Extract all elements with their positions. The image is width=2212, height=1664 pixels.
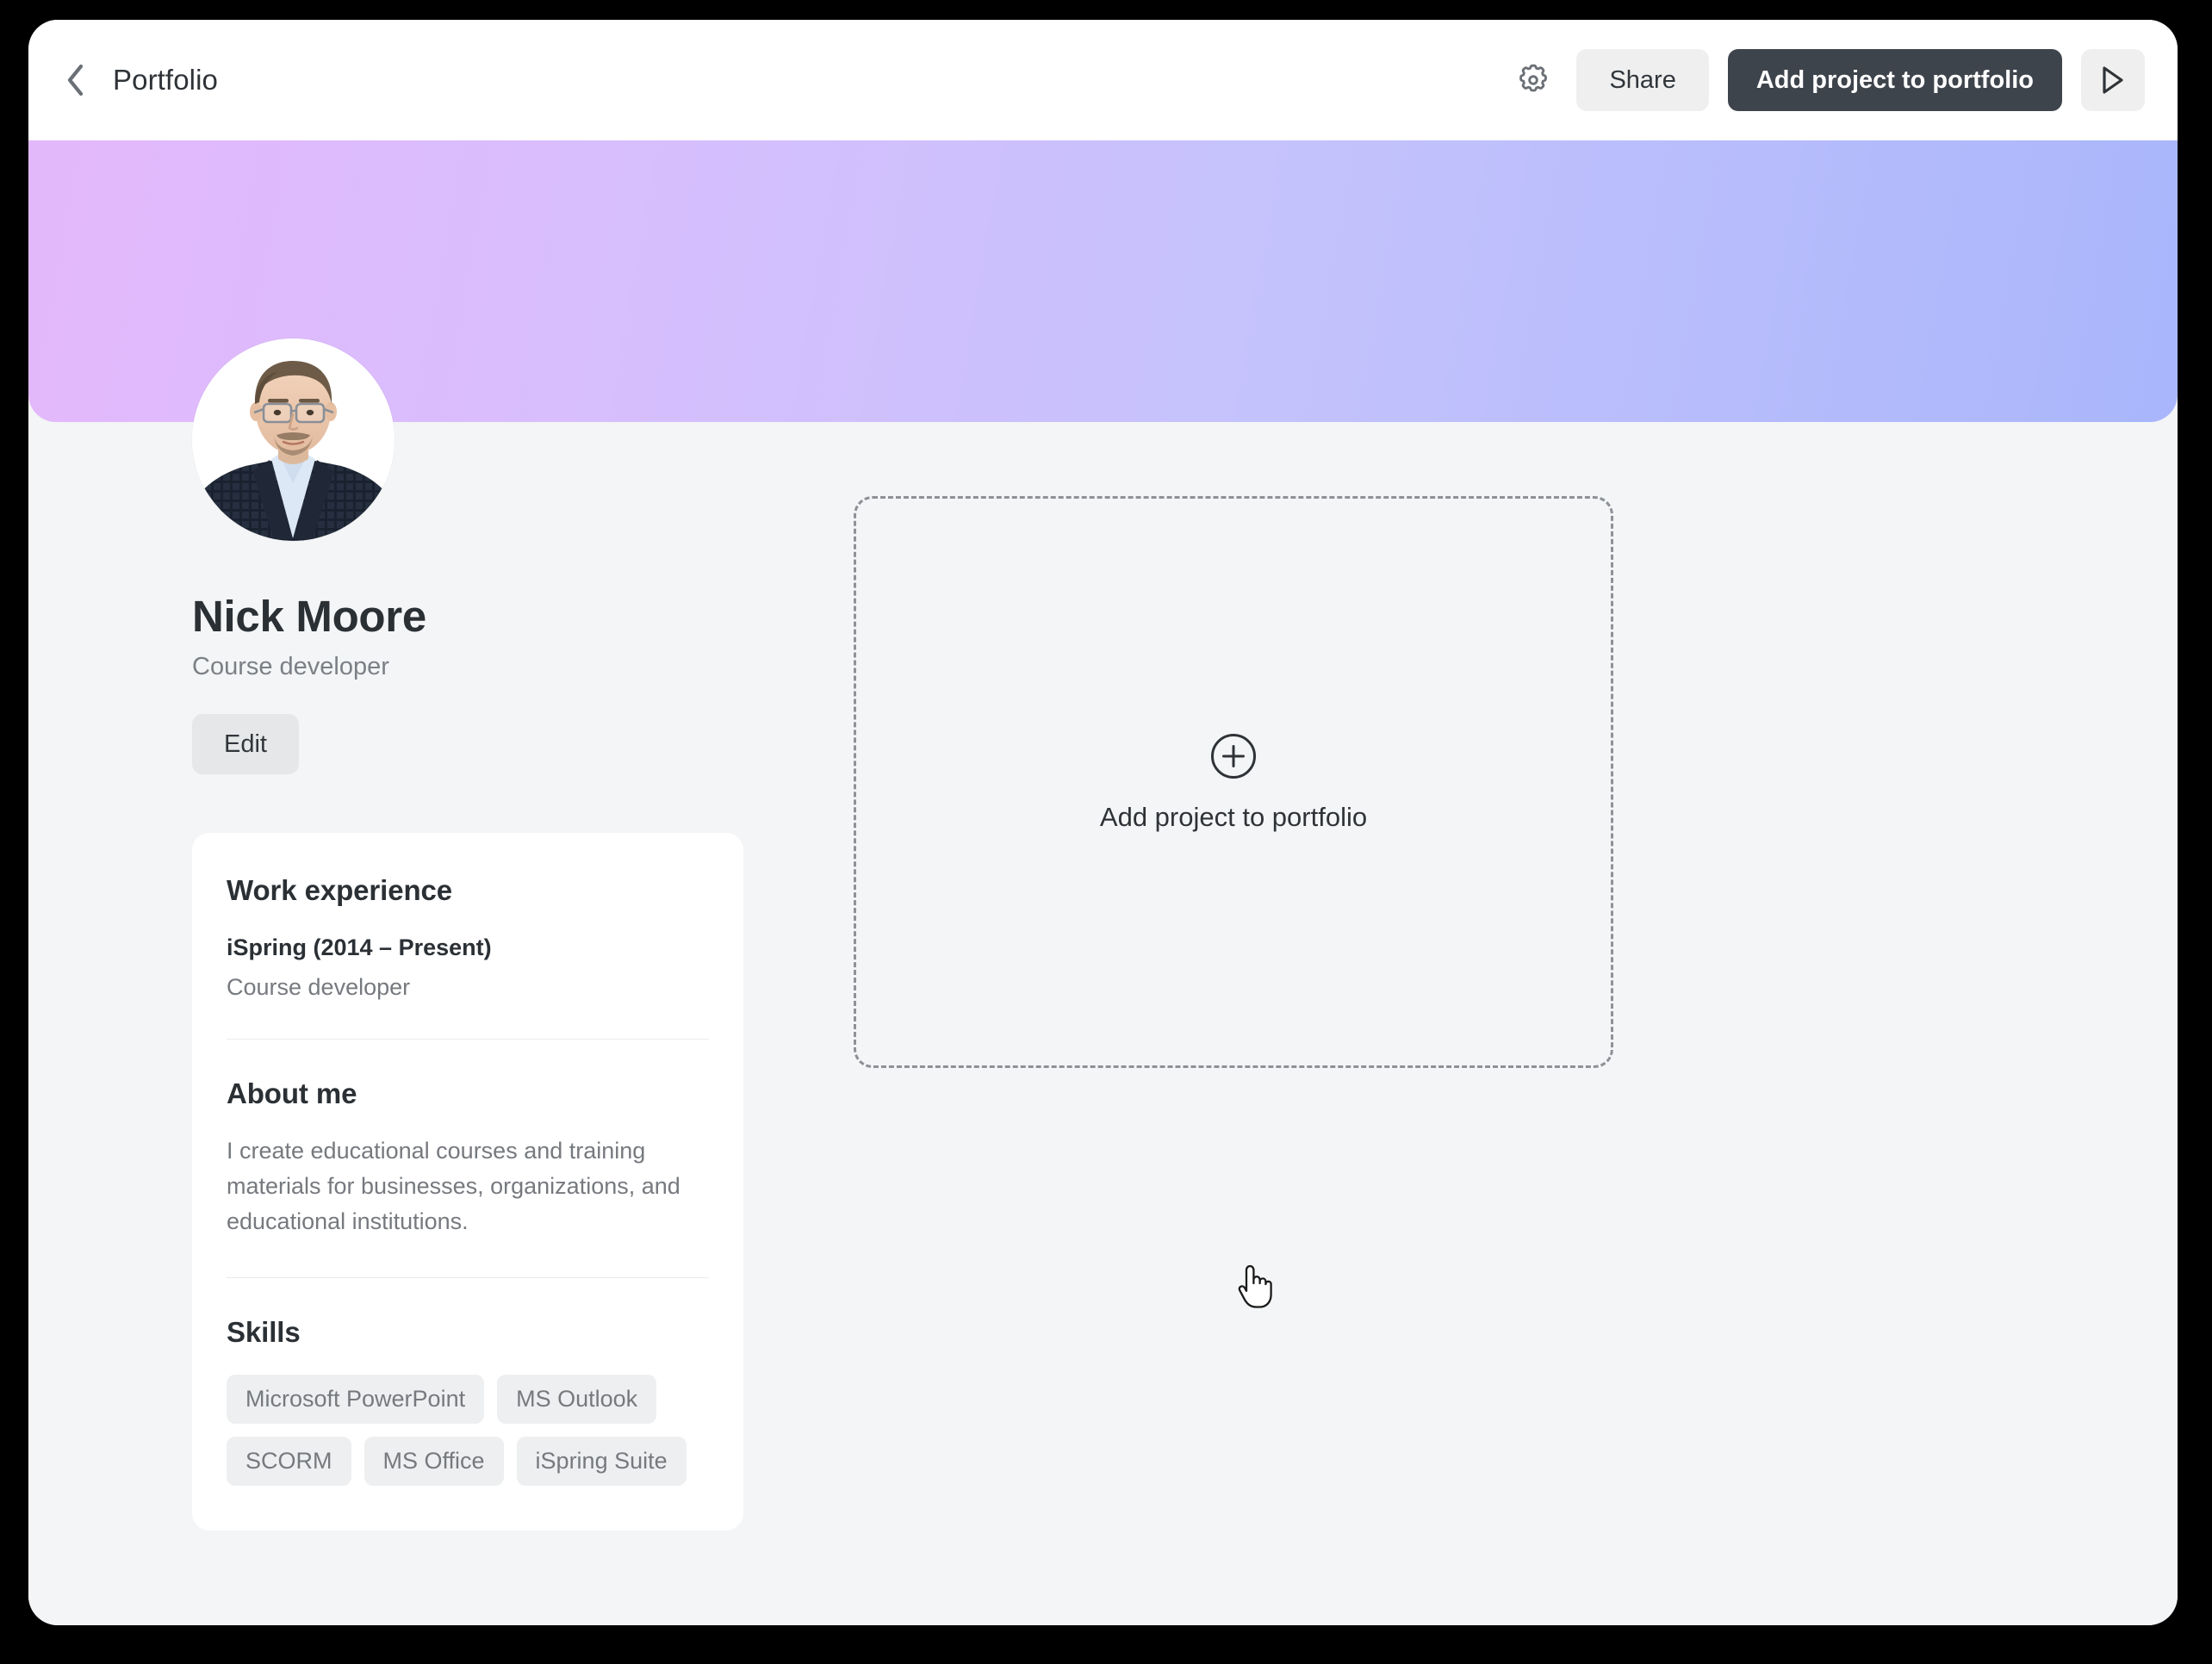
screen-root: Portfolio Share Add project to portfolio <box>0 0 2212 1664</box>
header-bar: Portfolio Share Add project to portfolio <box>28 20 2178 140</box>
skills-heading: Skills <box>227 1316 301 1349</box>
divider <box>227 1277 709 1279</box>
skill-tag: Microsoft PowerPoint <box>227 1375 485 1425</box>
skill-tag: MS Outlook <box>497 1375 657 1425</box>
job-title: iSpring (2014 – Present) <box>227 934 492 961</box>
page-body: Nick Moore Course developer Edit Work ex… <box>28 338 2178 1625</box>
about-me-heading: About me <box>227 1077 357 1110</box>
page-title: Portfolio <box>113 64 218 96</box>
chevron-left-icon[interactable] <box>60 61 90 99</box>
profile-column: Nick Moore Course developer Edit Work ex… <box>192 338 743 1531</box>
plus-circle-icon <box>1209 731 1258 781</box>
about-me-text: I create educational courses and trainin… <box>227 1138 680 1235</box>
header-left-group: Portfolio <box>60 61 218 99</box>
edit-profile-button[interactable]: Edit <box>192 714 299 775</box>
skill-tag: MS Office <box>363 1437 504 1487</box>
play-icon <box>2100 65 2126 95</box>
avatar <box>192 338 395 541</box>
app-window: Portfolio Share Add project to portfolio <box>28 20 2178 1625</box>
gear-icon[interactable] <box>1509 56 1557 104</box>
profile-role: Course developer <box>192 653 389 681</box>
header-actions: Share Add project to portfolio <box>1509 49 2145 111</box>
profile-name: Nick Moore <box>192 592 426 641</box>
work-experience-heading: Work experience <box>227 874 453 907</box>
job-role: Course developer <box>227 974 411 1001</box>
skills-list: Microsoft PowerPoint MS Outlook SCORM MS… <box>227 1375 709 1487</box>
skill-tag: SCORM <box>227 1437 351 1487</box>
profile-info-card: Work experience iSpring (2014 – Present)… <box>192 833 743 1531</box>
add-project-dropzone[interactable]: Add project to portfolio <box>854 496 1613 1068</box>
skill-tag: iSpring Suite <box>516 1437 687 1487</box>
preview-button[interactable] <box>2081 49 2145 111</box>
add-project-to-portfolio-button[interactable]: Add project to portfolio <box>1727 49 2062 111</box>
share-button[interactable]: Share <box>1576 49 1709 111</box>
add-project-dropzone-label: Add project to portfolio <box>1099 802 1368 832</box>
divider <box>227 1039 709 1040</box>
pointing-hand-cursor <box>1235 1261 1275 1309</box>
